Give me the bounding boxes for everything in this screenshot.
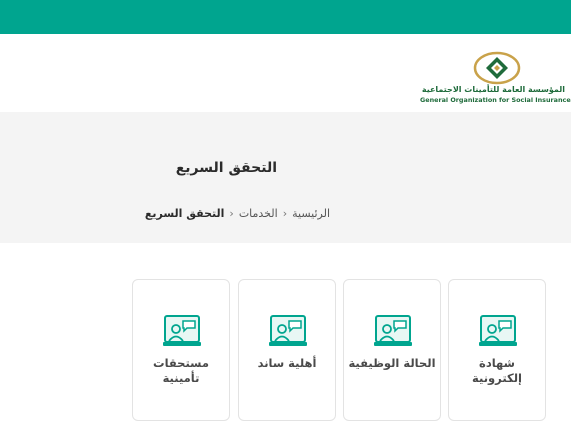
chevron-left-icon: ‹: [229, 206, 234, 220]
gosi-logo[interactable]: المؤسسة العامة للتأمينات الاجتماعية Gene…: [420, 48, 571, 108]
gosi-emblem-icon: [473, 51, 521, 85]
card-label: أهلية ساند: [257, 356, 317, 370]
card-employment-status[interactable]: الحالة الوظيفية: [343, 279, 441, 421]
page-header: التحقق السريع الرئيسية ‹ الخدمات ‹ التحق…: [0, 112, 571, 243]
breadcrumb-home[interactable]: الرئيسية: [292, 207, 330, 220]
online-support-icon: [479, 315, 517, 346]
logo-english-text: General Organization for Social Insuranc…: [420, 96, 571, 104]
online-support-icon: [374, 315, 412, 346]
online-support-icon: [269, 315, 307, 346]
logo-arabic-text: المؤسسة العامة للتأمينات الاجتماعية: [421, 85, 565, 94]
breadcrumb-current: التحقق السريع: [144, 206, 225, 220]
card-label: الحالة الوظيفية: [348, 356, 436, 370]
online-support-icon: [163, 315, 201, 346]
chevron-left-icon: ‹: [282, 206, 288, 220]
card-insurance-dues[interactable]: مستحقات تأمينية: [132, 279, 230, 421]
card-label: مستحقات تأمينية: [153, 356, 209, 385]
card-saned-eligibility[interactable]: أهلية ساند: [238, 279, 336, 421]
card-label: شهادة إلكترونية: [472, 356, 522, 385]
top-bar: [0, 0, 571, 34]
breadcrumb: الرئيسية ‹ الخدمات ‹ التحقق السريع: [138, 205, 330, 221]
card-electronic-certificate[interactable]: شهادة إلكترونية: [448, 279, 546, 421]
page-title: التحقق السريع: [175, 160, 277, 176]
breadcrumb-services[interactable]: الخدمات: [239, 207, 278, 220]
